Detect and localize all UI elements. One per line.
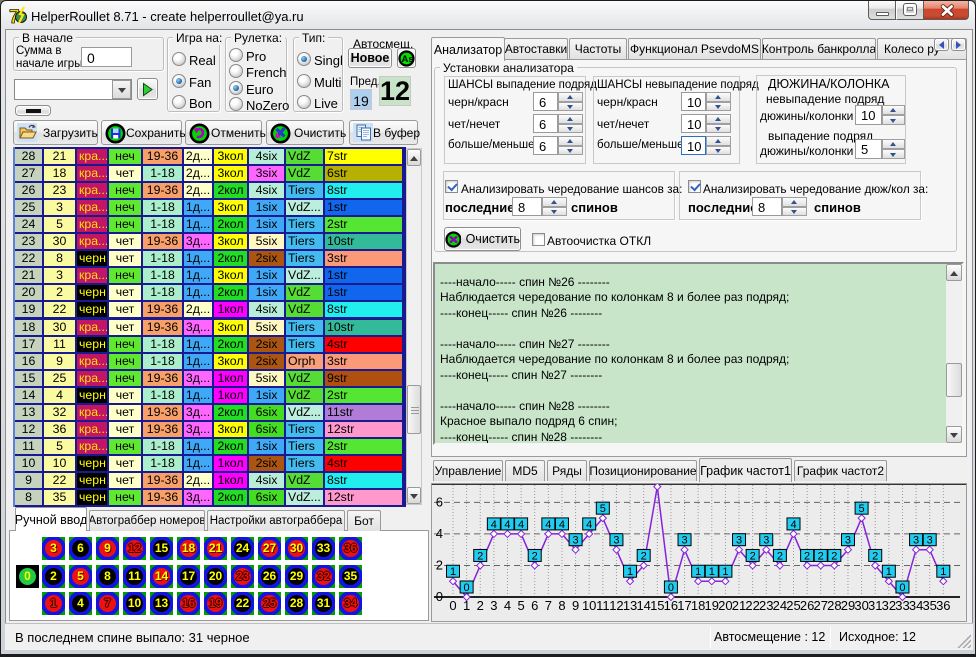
svg-text:4: 4 <box>559 519 565 531</box>
svg-text:11: 11 <box>596 598 610 613</box>
svg-text:31: 31 <box>868 598 882 613</box>
svg-text:2: 2 <box>532 550 538 562</box>
svg-text:2: 2 <box>436 557 443 572</box>
svg-text:4: 4 <box>491 519 497 531</box>
svg-text:2: 2 <box>750 550 756 562</box>
svg-text:28: 28 <box>827 598 841 613</box>
svg-text:4: 4 <box>545 519 551 531</box>
svg-text:4: 4 <box>518 519 524 531</box>
svg-text:32: 32 <box>882 598 896 613</box>
svg-text:3: 3 <box>573 535 579 547</box>
svg-text:2: 2 <box>641 550 647 562</box>
svg-text:5: 5 <box>517 598 524 613</box>
svg-text:33: 33 <box>895 598 909 613</box>
svg-text:36: 36 <box>936 598 950 613</box>
svg-text:2: 2 <box>818 550 824 562</box>
svg-text:3: 3 <box>681 535 687 547</box>
svg-text:2: 2 <box>831 550 837 562</box>
svg-text:19: 19 <box>705 598 719 613</box>
svg-text:1: 1 <box>463 598 470 613</box>
svg-text:20: 20 <box>718 598 732 613</box>
svg-text:4: 4 <box>504 519 510 531</box>
svg-text:8: 8 <box>558 598 565 613</box>
svg-text:5: 5 <box>600 503 606 515</box>
svg-text:16: 16 <box>664 598 678 613</box>
svg-text:As: As <box>402 54 414 65</box>
svg-text:2: 2 <box>872 550 878 562</box>
svg-text:23: 23 <box>759 598 773 613</box>
svg-text:3: 3 <box>763 535 769 547</box>
svg-text:25: 25 <box>786 598 800 613</box>
svg-text:2: 2 <box>804 550 810 562</box>
svg-text:4: 4 <box>504 598 511 613</box>
svg-text:2: 2 <box>777 550 783 562</box>
svg-text:3: 3 <box>927 535 933 547</box>
svg-text:34: 34 <box>909 598 923 613</box>
svg-text:15: 15 <box>650 598 664 613</box>
svg-text:1: 1 <box>722 566 728 578</box>
svg-text:0: 0 <box>668 582 674 594</box>
svg-text:30: 30 <box>854 598 868 613</box>
svg-text:17: 17 <box>677 598 691 613</box>
svg-text:24: 24 <box>773 598 787 613</box>
svg-text:1: 1 <box>627 566 633 578</box>
svg-text:21: 21 <box>732 598 746 613</box>
svg-text:6: 6 <box>436 494 443 509</box>
svg-text:27: 27 <box>814 598 828 613</box>
svg-text:35: 35 <box>922 598 936 613</box>
svg-text:14: 14 <box>636 598 650 613</box>
svg-text:1: 1 <box>940 566 946 578</box>
svg-text:0: 0 <box>436 589 443 604</box>
svg-text:4: 4 <box>586 519 592 531</box>
svg-text:18: 18 <box>691 598 705 613</box>
svg-text:1: 1 <box>886 566 892 578</box>
svg-text:6: 6 <box>531 598 538 613</box>
svg-text:9: 9 <box>572 598 579 613</box>
svg-text:3: 3 <box>736 535 742 547</box>
svg-text:13: 13 <box>623 598 637 613</box>
svg-text:26: 26 <box>800 598 814 613</box>
svg-text:4: 4 <box>790 519 796 531</box>
svg-text:3: 3 <box>490 598 497 613</box>
svg-text:22: 22 <box>745 598 759 613</box>
svg-text:1: 1 <box>450 566 456 578</box>
svg-text:1: 1 <box>709 566 715 578</box>
svg-text:5: 5 <box>859 503 865 515</box>
svg-text:0: 0 <box>464 582 470 594</box>
svg-text:3: 3 <box>845 535 851 547</box>
svg-text:2: 2 <box>477 598 484 613</box>
svg-text:10: 10 <box>582 598 596 613</box>
svg-text:2: 2 <box>477 550 483 562</box>
svg-text:4: 4 <box>436 526 443 541</box>
svg-text:12: 12 <box>609 598 623 613</box>
svg-text:29: 29 <box>841 598 855 613</box>
svg-text:1: 1 <box>695 566 701 578</box>
svg-text:7: 7 <box>545 598 552 613</box>
svg-text:3: 3 <box>913 535 919 547</box>
svg-text:0: 0 <box>449 598 456 613</box>
svg-text:0: 0 <box>899 582 905 594</box>
svg-text:3: 3 <box>613 535 619 547</box>
